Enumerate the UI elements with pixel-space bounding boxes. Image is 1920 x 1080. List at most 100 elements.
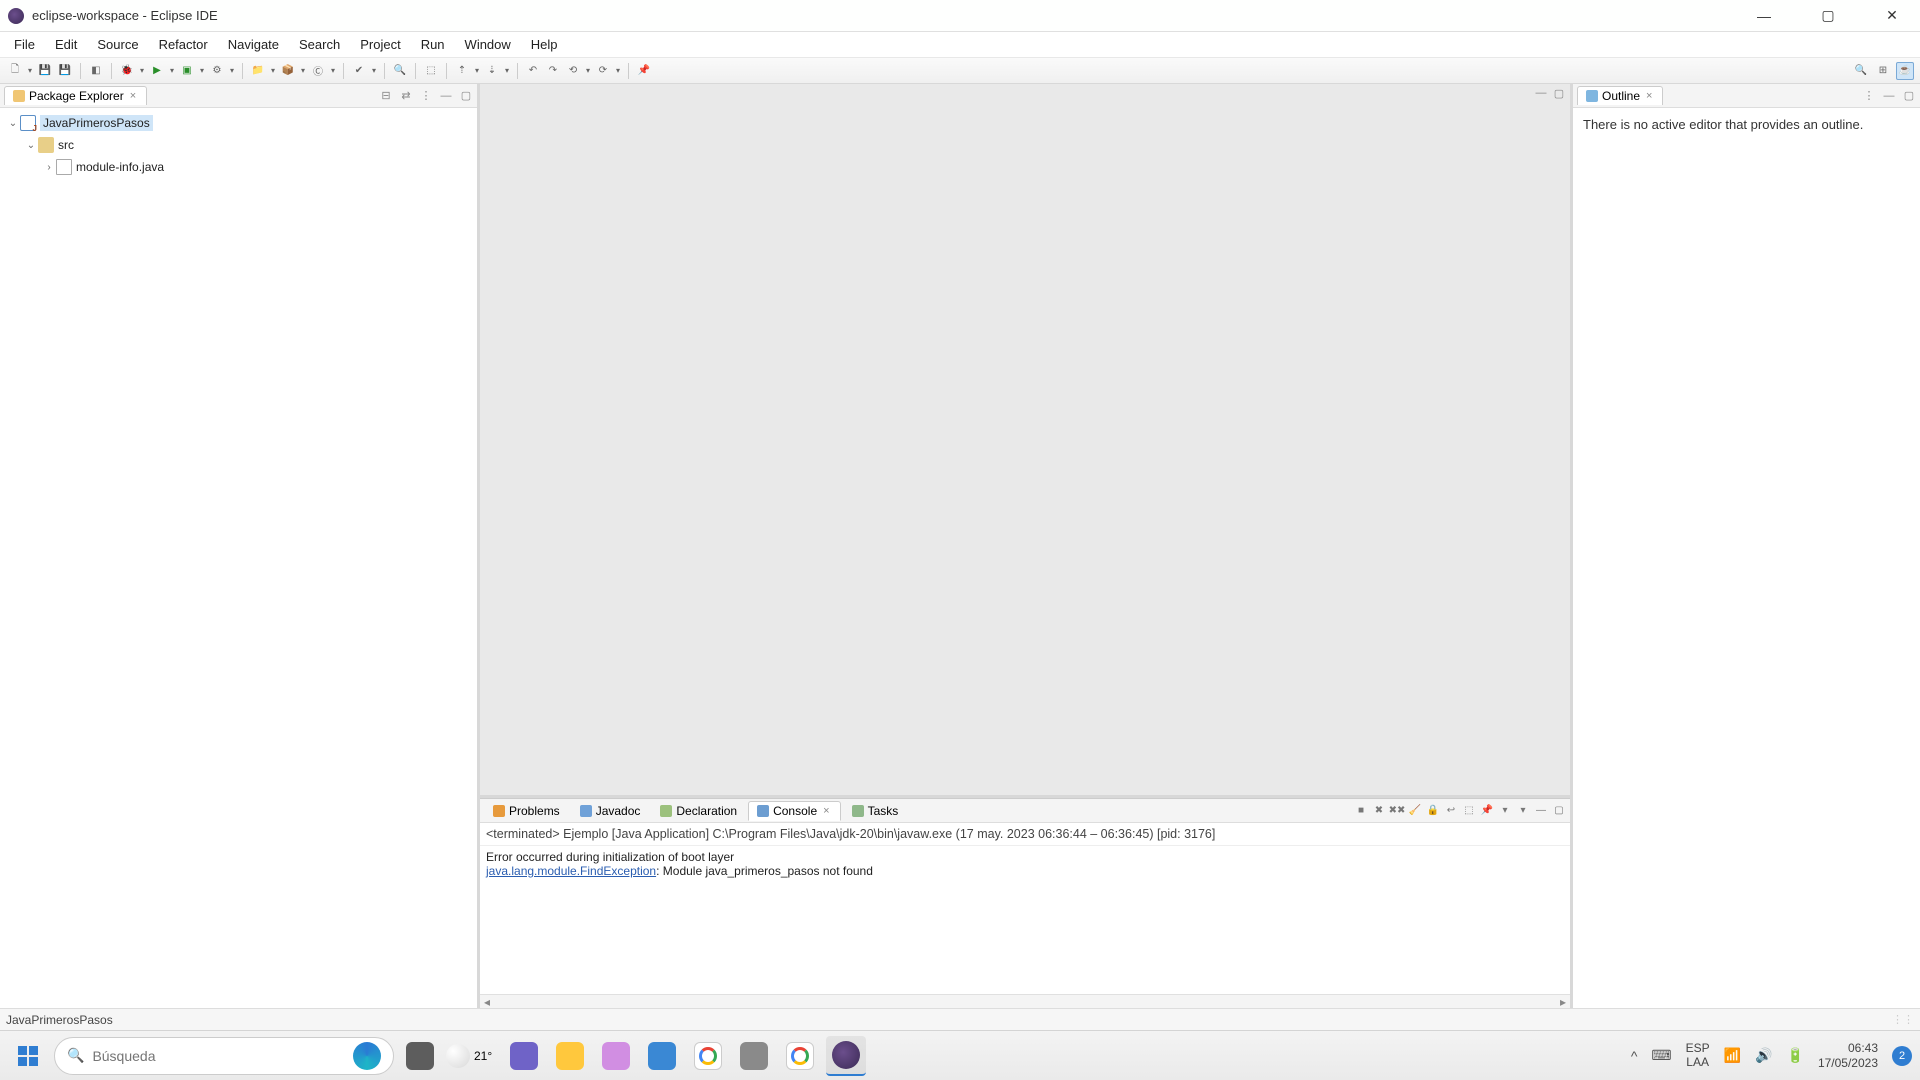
close-console-icon[interactable]: × [821,805,831,817]
new-button[interactable]: 🗋 [6,62,24,80]
editor-area[interactable]: — ▢ [480,84,1570,798]
menu-refactor[interactable]: Refactor [149,33,218,56]
taskbar-app-copilot[interactable] [596,1036,636,1076]
external-tools-button[interactable]: ⚙ [208,62,226,80]
minimize-bottom-icon[interactable]: — [1534,804,1548,818]
taskbar-app-settings[interactable] [734,1036,774,1076]
bing-icon[interactable] [353,1042,381,1070]
pin-editor-button[interactable]: 📌 [635,62,653,80]
show-console-icon[interactable]: ⬚ [1462,804,1476,818]
word-wrap-icon[interactable]: ↩ [1444,804,1458,818]
pin-console-icon[interactable]: 📌 [1480,804,1494,818]
open-perspective-button[interactable]: ⊞ [1874,62,1892,80]
open-type-button[interactable]: ◧ [87,62,105,80]
menu-window[interactable]: Window [455,33,521,56]
battery-icon[interactable]: 🔋 [1787,1047,1804,1064]
console-horizontal-scrollbar[interactable]: ◂ ▸ [480,994,1570,1008]
menu-navigate[interactable]: Navigate [218,33,289,56]
menu-source[interactable]: Source [87,33,148,56]
new-dropdown[interactable]: ▾ [26,66,34,75]
view-menu-icon[interactable]: ⋮ [419,89,433,103]
exception-link[interactable]: java.lang.module.FindException [486,864,656,878]
scroll-right-icon[interactable]: ▸ [1560,995,1566,1009]
taskbar-app-eclipse[interactable] [826,1036,866,1076]
search-input[interactable] [92,1048,345,1064]
maximize-bottom-icon[interactable]: ▢ [1552,804,1566,818]
next-edit-button[interactable]: ⟳ [594,62,612,80]
coverage-dropdown[interactable]: ▾ [198,66,206,75]
remove-launch-icon[interactable]: ✖ [1372,804,1386,818]
new-class-button[interactable]: Ⓒ [309,62,327,80]
wifi-icon[interactable]: 📶 [1724,1047,1741,1064]
previous-annotation-button[interactable]: ⇡ [453,62,471,80]
next-annotation-button[interactable]: ⇣ [483,62,501,80]
tab-tasks[interactable]: Tasks [843,801,908,821]
close-outline-icon[interactable]: × [1644,90,1654,102]
external-tools-dropdown[interactable]: ▾ [228,66,236,75]
last-edit-button[interactable]: ⟲ [564,62,582,80]
tray-keyboard-icon[interactable]: ⌨ [1651,1047,1671,1064]
tray-chevron-icon[interactable]: ^ [1631,1048,1638,1064]
chevron-down-icon[interactable]: ⌄ [24,140,38,151]
back-history-button[interactable]: ↶ [524,62,542,80]
tree-module-info[interactable]: › module-info.java [0,156,477,178]
tab-javadoc[interactable]: Javadoc [571,801,650,821]
taskbar-app-teams[interactable] [504,1036,544,1076]
language-indicator[interactable]: ESP LAA [1686,1042,1710,1068]
maximize-editor-icon[interactable]: ▢ [1552,86,1566,100]
quick-access-icon[interactable]: 🔍 [1852,62,1870,80]
open-task-button[interactable]: ✔ [350,62,368,80]
coverage-button[interactable]: ▣ [178,62,196,80]
new-java-project-button[interactable]: 📁 [249,62,267,80]
taskbar-app-chrome-2[interactable] [780,1036,820,1076]
weather-widget[interactable]: 21° [446,1044,492,1068]
close-package-explorer-icon[interactable]: × [128,90,138,102]
start-button[interactable] [8,1036,48,1076]
save-button[interactable]: 💾 [36,62,54,80]
java-perspective-button[interactable]: ☕ [1896,62,1914,80]
minimize-editor-icon[interactable]: — [1534,86,1548,100]
toggle-breadcrumb-button[interactable]: ⬚ [422,62,440,80]
tab-problems[interactable]: Problems [484,801,569,821]
save-all-button[interactable]: 💾 [56,62,74,80]
chevron-right-icon[interactable]: › [42,162,56,173]
forward-history-button[interactable]: ↷ [544,62,562,80]
debug-dropdown[interactable]: ▾ [138,66,146,75]
console-output[interactable]: Error occurred during initialization of … [480,846,1570,994]
chevron-down-icon[interactable]: ⌄ [6,118,20,129]
menu-search[interactable]: Search [289,33,350,56]
maximize-view-icon[interactable]: ▢ [459,89,473,103]
menu-file[interactable]: File [4,33,45,56]
system-clock[interactable]: 06:43 17/05/2023 [1818,1041,1878,1070]
menu-edit[interactable]: Edit [45,33,87,56]
new-package-button[interactable]: 📦 [279,62,297,80]
search-toolbar-button[interactable]: 🔍 [391,62,409,80]
run-button[interactable]: ▶ [148,62,166,80]
link-editor-icon[interactable]: ⇄ [399,89,413,103]
taskbar-app-explorer[interactable] [550,1036,590,1076]
taskbar-app-chrome[interactable] [688,1036,728,1076]
tab-declaration[interactable]: Declaration [651,801,746,821]
package-explorer-tree[interactable]: ⌄ JavaPrimerosPasos ⌄ src › module-info.… [0,108,477,1008]
tree-project[interactable]: ⌄ JavaPrimerosPasos [0,112,477,134]
collapse-all-icon[interactable]: ⊟ [379,89,393,103]
task-view-button[interactable] [400,1036,440,1076]
minimize-button[interactable]: — [1744,0,1784,32]
scroll-lock-icon[interactable]: 🔒 [1426,804,1440,818]
package-explorer-tab[interactable]: Package Explorer × [4,86,147,105]
outline-tab[interactable]: Outline × [1577,86,1663,105]
taskbar-app-store[interactable] [642,1036,682,1076]
notification-badge[interactable]: 2 [1892,1046,1912,1066]
menu-help[interactable]: Help [521,33,568,56]
minimize-outline-icon[interactable]: — [1882,89,1896,103]
maximize-outline-icon[interactable]: ▢ [1902,89,1916,103]
display-selected-console-icon[interactable]: ▾ [1498,804,1512,818]
minimize-view-icon[interactable]: — [439,89,453,103]
taskbar-search[interactable]: 🔍 [54,1037,394,1075]
outline-view-menu-icon[interactable]: ⋮ [1862,89,1876,103]
close-button[interactable]: ✕ [1872,0,1912,32]
tree-src-folder[interactable]: ⌄ src [0,134,477,156]
remove-all-launches-icon[interactable]: ✖✖ [1390,804,1404,818]
menu-project[interactable]: Project [350,33,410,56]
terminate-icon[interactable]: ■ [1354,804,1368,818]
